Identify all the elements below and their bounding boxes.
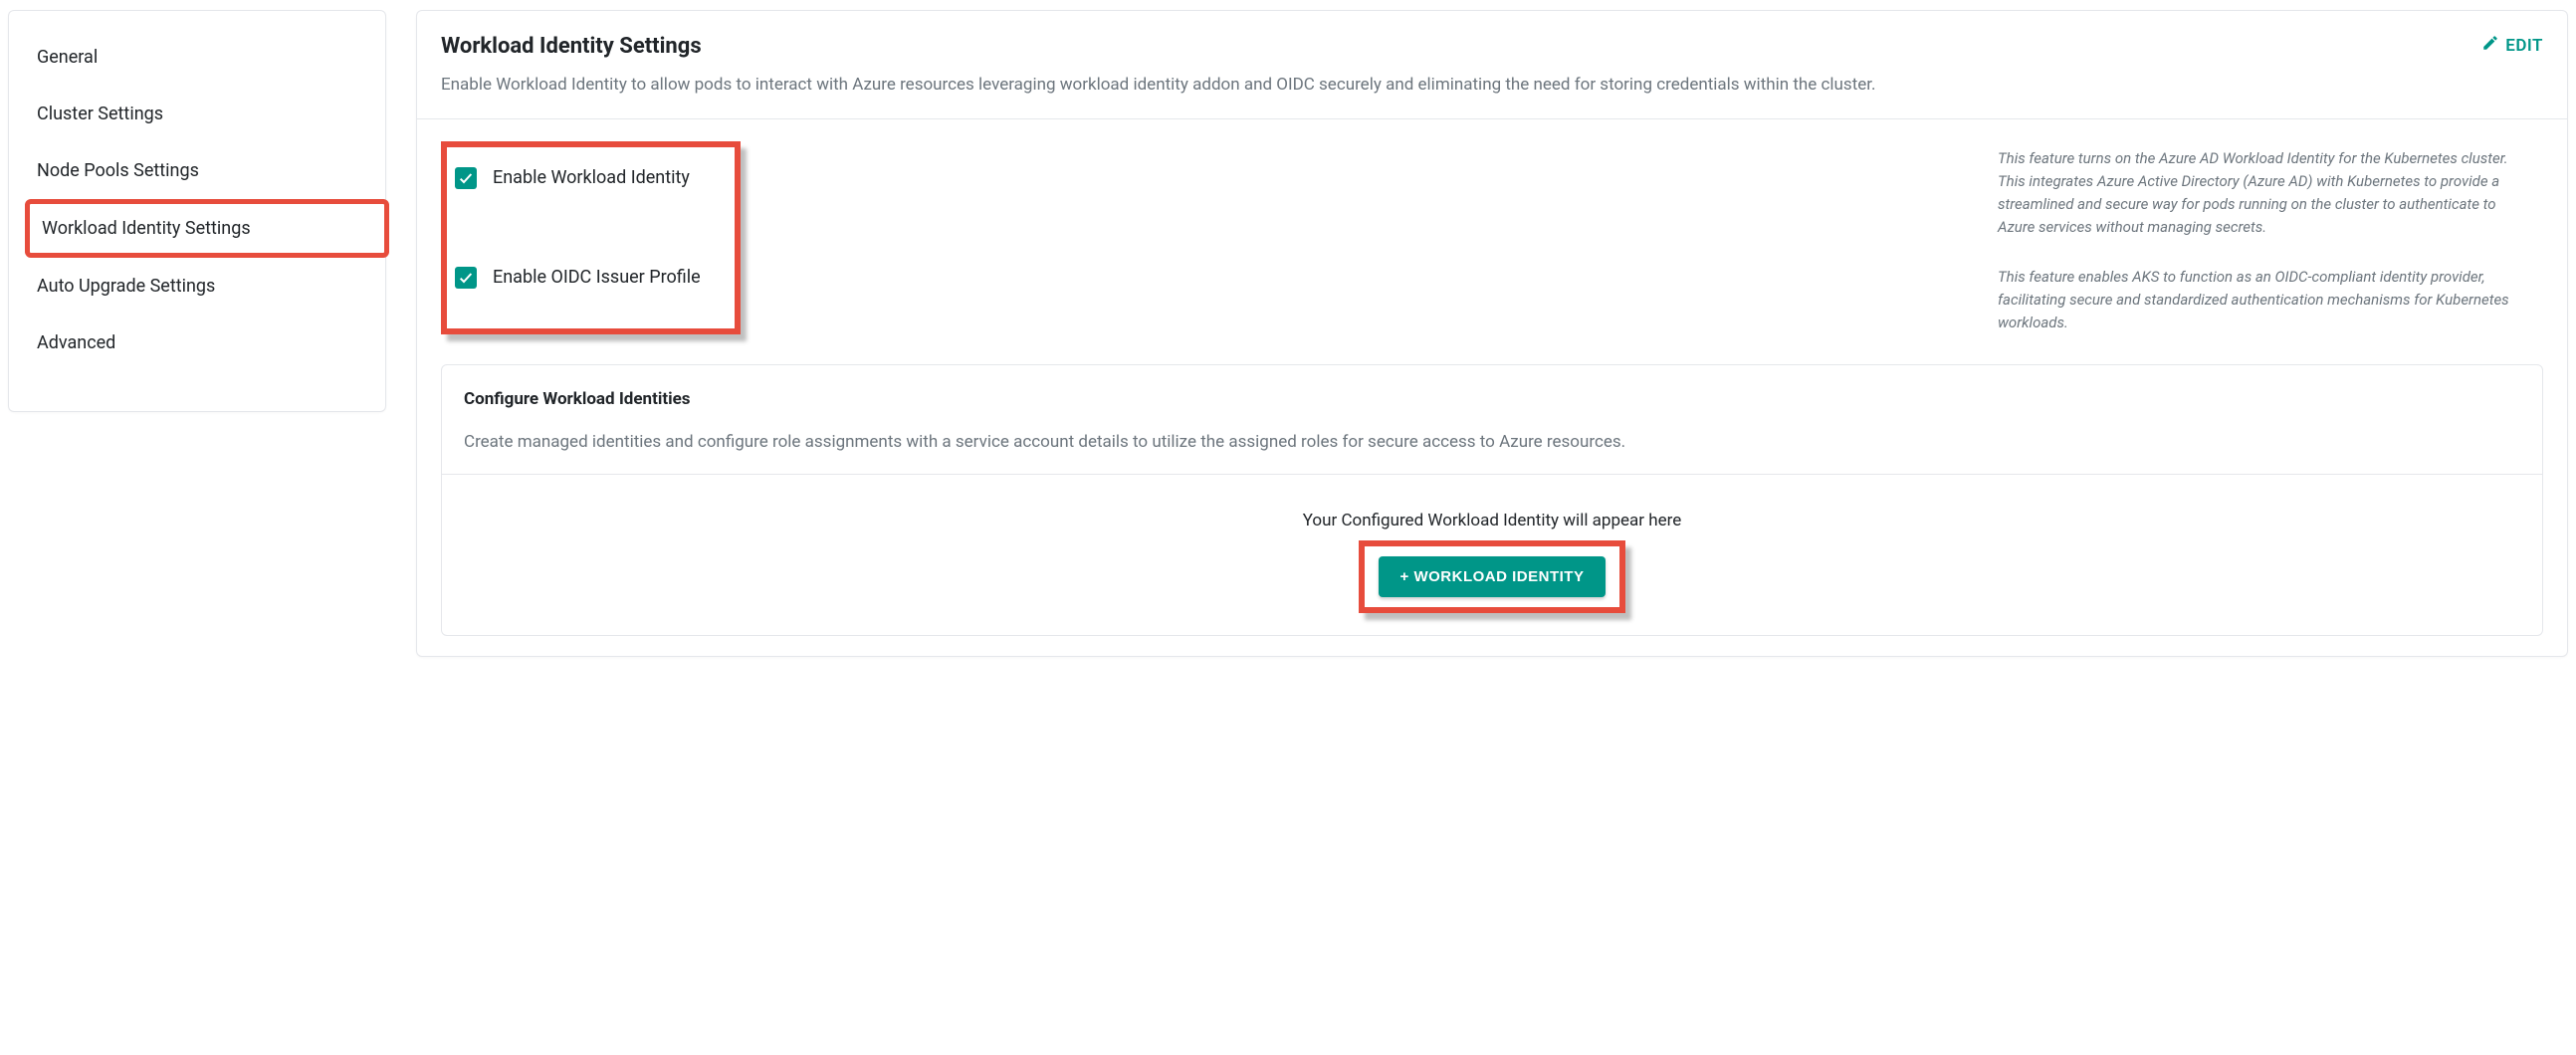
- main-panel: Workload Identity Settings EDIT Enable W…: [416, 10, 2568, 657]
- checkbox-enable-workload-identity[interactable]: [455, 167, 477, 189]
- highlight-checkbox-group: Enable Workload Identity Enable OIDC Iss…: [441, 141, 741, 335]
- check-icon: [458, 270, 474, 286]
- sidebar-item-advanced[interactable]: Advanced: [9, 315, 385, 371]
- sidebar-item-cluster-settings[interactable]: Cluster Settings: [9, 86, 385, 142]
- help-text-workload-identity: This feature turns on the Azure AD Workl…: [1998, 147, 2535, 240]
- check-icon: [458, 170, 474, 186]
- settings-sidebar: General Cluster Settings Node Pools Sett…: [8, 10, 386, 412]
- empty-state-text: Your Configured Workload Identity will a…: [464, 511, 2520, 530]
- checkbox-label-oidc: Enable OIDC Issuer Profile: [493, 267, 701, 288]
- edit-label: EDIT: [2505, 36, 2543, 56]
- add-workload-identity-button[interactable]: + WORKLOAD IDENTITY: [1379, 556, 1607, 597]
- checkbox-enable-oidc[interactable]: [455, 267, 477, 289]
- edit-button[interactable]: EDIT: [2481, 34, 2543, 57]
- page-description: Enable Workload Identity to allow pods t…: [417, 73, 1930, 118]
- sidebar-item-general[interactable]: General: [9, 29, 385, 86]
- configure-title: Configure Workload Identities: [464, 389, 2520, 409]
- checkbox-label-workload-identity: Enable Workload Identity: [493, 167, 690, 188]
- highlight-sidebar-workload-identity: Workload Identity Settings: [25, 199, 389, 258]
- sidebar-item-workload-identity-settings[interactable]: Workload Identity Settings: [42, 218, 372, 239]
- sidebar-item-auto-upgrade-settings[interactable]: Auto Upgrade Settings: [9, 258, 385, 315]
- configure-card: Configure Workload Identities Create man…: [441, 364, 2543, 635]
- sidebar-item-node-pools-settings[interactable]: Node Pools Settings: [9, 142, 385, 199]
- highlight-add-workload-identity: + WORKLOAD IDENTITY: [1359, 540, 1626, 613]
- checkbox-row-oidc: Enable OIDC Issuer Profile: [455, 263, 701, 293]
- page-title: Workload Identity Settings: [441, 34, 702, 59]
- help-text-oidc: This feature enables AKS to function as …: [1998, 266, 2535, 335]
- pencil-icon: [2481, 34, 2499, 57]
- configure-description: Create managed identities and configure …: [464, 429, 2520, 455]
- checkbox-row-workload-identity: Enable Workload Identity: [455, 163, 701, 193]
